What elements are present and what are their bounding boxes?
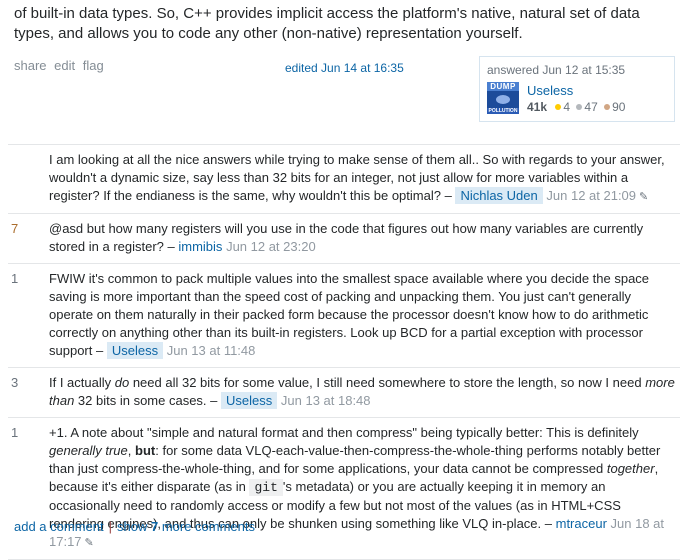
comment-user-link[interactable]: Nichlas Uden: [455, 187, 543, 204]
pencil-icon: ✎: [84, 537, 94, 549]
reputation-score: 41k: [527, 100, 548, 114]
edited-timestamp-link[interactable]: edited Jun 14 at 16:35: [285, 61, 404, 75]
comment-score: 7: [11, 221, 19, 236]
comment-code: git: [249, 479, 283, 496]
show-more-text: show: [117, 519, 151, 534]
comment: 1 FWIW it's common to pack multiple valu…: [8, 264, 680, 368]
comment-date[interactable]: Jun 13 at 11:48: [167, 343, 256, 358]
user-avatar[interactable]: DUMP POLLUTION: [487, 82, 519, 114]
comment-separator: –: [163, 239, 179, 254]
post-menu: share edit flag: [14, 58, 108, 73]
show-more-comments-link[interactable]: show 7 more comments: [117, 519, 255, 534]
user-reputation: 41k 4 47 90: [527, 99, 625, 115]
comment-user-link[interactable]: mtraceur: [556, 516, 607, 531]
comment-text: +1. A note about "simple and natural for…: [49, 425, 639, 440]
comment-user-link[interactable]: immibis: [178, 239, 222, 254]
answer-body: of built-in data types. So, C++ provides…: [14, 4, 674, 44]
crab-icon: [496, 95, 510, 104]
comment-text: ,: [127, 443, 136, 458]
link-separator: |: [108, 519, 112, 534]
comment-text: 32 bits in some cases.: [74, 393, 207, 408]
user-name-link[interactable]: Useless: [527, 82, 625, 99]
comment-links: add a comment | show 7 more comments: [14, 519, 255, 534]
answered-time: answered Jun 12 at 15:35: [487, 63, 626, 77]
flag-link[interactable]: flag: [83, 58, 104, 73]
show-more-text: more comments: [158, 519, 256, 534]
comment-separator: –: [541, 516, 556, 531]
comment-date[interactable]: Jun 12 at 21:09: [546, 188, 636, 203]
comment-separator: –: [440, 188, 456, 203]
comments-list: I am looking at all the nice answers whi…: [8, 144, 680, 560]
bronze-badge-count: 90: [612, 100, 626, 114]
answer-text-line: of built-in data types. So, C++ provides…: [14, 5, 640, 22]
silver-badge-icon: [576, 104, 583, 111]
comment-emphasis: generally true: [49, 443, 128, 458]
comment-user-link[interactable]: Useless: [221, 392, 278, 409]
comment-emphasis: do: [114, 375, 130, 390]
comment: 7 @asd but how many registers will you u…: [8, 214, 680, 264]
pencil-icon: ✎: [639, 191, 649, 203]
avatar-text-top: DUMP: [487, 82, 519, 91]
comment-separator: –: [206, 393, 222, 408]
comment-strong: but: [135, 443, 156, 458]
add-comment-link[interactable]: add a comment: [14, 519, 104, 534]
bronze-badge-icon: [604, 104, 611, 111]
comment-score: [8, 151, 49, 206]
comment-text: need all 32 bits for some value, I still…: [129, 375, 646, 390]
silver-badge-count: 47: [584, 100, 598, 114]
comment-text: @asd but how many registers will you use…: [49, 221, 644, 254]
share-link[interactable]: share: [14, 58, 47, 73]
answer-text-line: types, and allows you to code any other …: [14, 25, 523, 42]
comment-body: @asd but how many registers will you use…: [49, 220, 677, 256]
edit-link[interactable]: edit: [54, 58, 75, 73]
avatar-text-bottom: POLLUTION: [487, 108, 519, 114]
comment: 1 +1. A note about "simple and natural f…: [8, 418, 680, 560]
comment-score: 3: [11, 375, 19, 390]
user-card: answered Jun 12 at 15:35 DUMP POLLUTION …: [479, 56, 675, 122]
comment-emphasis: together: [606, 461, 655, 476]
comment-score: 1: [11, 271, 19, 286]
comment-body: I am looking at all the nice answers whi…: [49, 151, 677, 206]
comment: I am looking at all the nice answers whi…: [8, 145, 680, 214]
comment-date[interactable]: Jun 13 at 18:48: [281, 393, 371, 408]
comment: 3 If I actually do need all 32 bits for …: [8, 368, 680, 418]
comment-body: If I actually do need all 32 bits for so…: [49, 374, 677, 410]
comment-date[interactable]: Jun 12 at 23:20: [226, 239, 316, 254]
comment-separator: –: [92, 343, 107, 358]
comment-text: If I actually: [49, 375, 115, 390]
comment-user-link[interactable]: Useless: [106, 342, 164, 359]
comment-body: FWIW it's common to pack multiple values…: [49, 270, 677, 360]
gold-badge-count: 4: [563, 100, 571, 114]
gold-badge-icon: [555, 104, 562, 111]
